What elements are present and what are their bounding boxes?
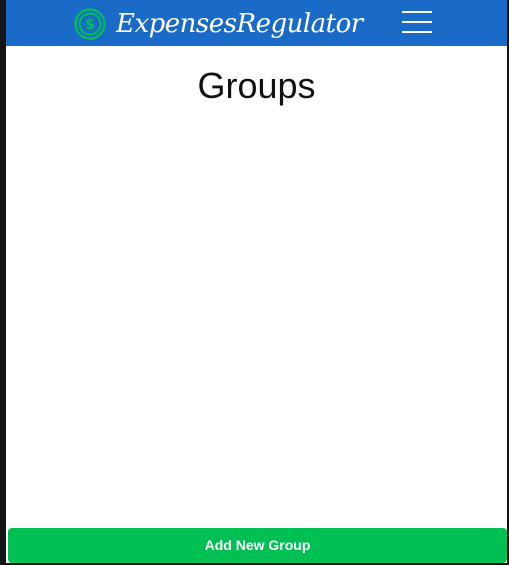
groups-list xyxy=(6,120,507,520)
hamburger-menu-icon-bar xyxy=(402,31,432,33)
hamburger-menu-icon-bar xyxy=(402,21,432,23)
hamburger-menu-icon xyxy=(402,11,432,13)
hamburger-menu-button[interactable] xyxy=(400,8,434,36)
page-title: Groups xyxy=(197,65,316,106)
dollar-coin-icon: $ xyxy=(74,8,106,40)
svg-text:$: $ xyxy=(85,17,95,33)
add-new-group-button[interactable]: Add New Group xyxy=(8,528,507,563)
window-frame: $ ExpensesRegulator Groups Add New Group xyxy=(0,0,509,565)
app-viewport: $ ExpensesRegulator Groups Add New Group xyxy=(6,0,507,563)
brand-name: ExpensesRegulator xyxy=(116,9,363,39)
navbar: $ ExpensesRegulator xyxy=(6,0,507,46)
brand-link[interactable]: $ ExpensesRegulator xyxy=(74,6,363,42)
